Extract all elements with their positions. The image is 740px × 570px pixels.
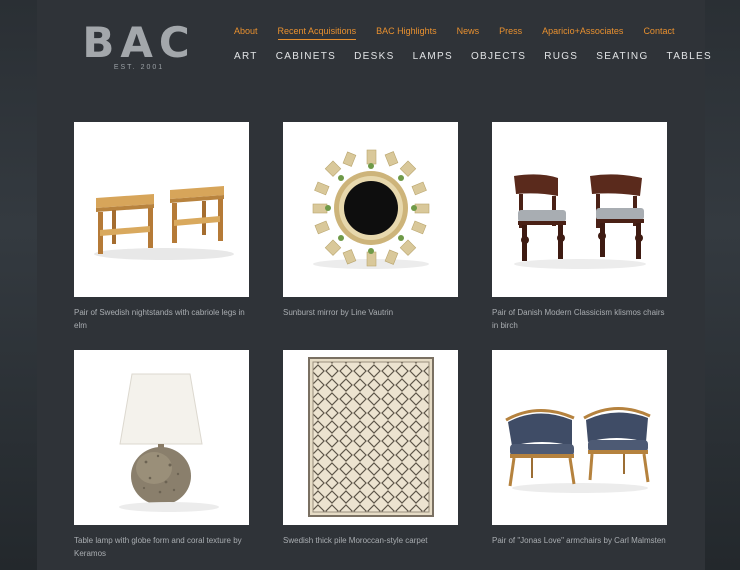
top-nav-item-recent-acquisitions: Recent Acquisitions (277, 26, 357, 40)
product-card[interactable]: Sunburst mirror by Line Vautrin (283, 122, 458, 319)
klismos-chairs-image[interactable] (492, 122, 667, 297)
product-caption[interactable]: Pair of "Jonas Love" armchairs by Carl M… (492, 534, 667, 547)
category-link-seating[interactable]: SEATING (596, 51, 648, 62)
carpet-image[interactable] (283, 350, 458, 525)
background-left (0, 0, 37, 570)
product-card[interactable]: Pair of "Jonas Love" armchairs by Carl M… (492, 350, 667, 547)
top-nav-link[interactable]: BAC Highlights (376, 26, 437, 39)
top-nav-item-news: News (457, 26, 480, 40)
top-nav-link[interactable]: About (234, 26, 258, 39)
table-lamp-image[interactable] (74, 350, 249, 525)
top-nav-link-active[interactable]: Recent Acquisitions (277, 26, 357, 40)
top-nav-item-bac-highlights: BAC Highlights (376, 26, 437, 40)
site-logo[interactable]: BAC EST. 2001 (74, 18, 204, 72)
product-caption[interactable]: Swedish thick pile Moroccan-style carpet (283, 534, 458, 547)
product-card[interactable]: Pair of Danish Modern Classicism klismos… (492, 122, 667, 332)
top-nav-item-contact: Contact (643, 26, 674, 40)
top-nav-link[interactable]: Contact (643, 26, 674, 39)
top-nav-link[interactable]: News (457, 26, 480, 39)
armchairs-image[interactable] (492, 350, 667, 525)
top-nav-item-about: About (234, 26, 258, 40)
category-nav: ART CABINETS DESKS LAMPS OBJECTS RUGS SE… (234, 51, 730, 62)
product-caption[interactable]: Table lamp with globe form and coral tex… (74, 534, 249, 560)
category-link-rugs[interactable]: RUGS (544, 51, 578, 62)
category-link-lamps[interactable]: LAMPS (413, 51, 453, 62)
sunburst-mirror-image[interactable] (283, 122, 458, 297)
top-nav-link[interactable]: Aparicio+Associates (542, 26, 623, 39)
product-card[interactable]: Table lamp with globe form and coral tex… (74, 350, 249, 560)
category-link-objects[interactable]: OBJECTS (471, 51, 526, 62)
top-nav: About Recent Acquisitions BAC Highlights… (234, 26, 694, 40)
top-nav-item-aparicio-associates: Aparicio+Associates (542, 26, 623, 40)
category-link-desks[interactable]: DESKS (354, 51, 394, 62)
category-link-tables[interactable]: TABLES (667, 51, 712, 62)
nightstands-image[interactable] (74, 122, 249, 297)
product-card[interactable]: Swedish thick pile Moroccan-style carpet (283, 350, 458, 547)
logo-mark: BAC (82, 18, 196, 67)
product-card[interactable]: Pair of Swedish nightstands with cabriol… (74, 122, 249, 332)
background-right (705, 0, 740, 570)
product-caption[interactable]: Pair of Danish Modern Classicism klismos… (492, 306, 667, 332)
top-nav-item-press: Press (499, 26, 522, 40)
product-caption[interactable]: Sunburst mirror by Line Vautrin (283, 306, 458, 319)
page-container: BAC EST. 2001 About Recent Acquisitions … (37, 0, 711, 570)
category-link-art[interactable]: ART (234, 51, 258, 62)
product-caption[interactable]: Pair of Swedish nightstands with cabriol… (74, 306, 249, 332)
top-nav-link[interactable]: Press (499, 26, 522, 39)
category-link-cabinets[interactable]: CABINETS (276, 51, 336, 62)
